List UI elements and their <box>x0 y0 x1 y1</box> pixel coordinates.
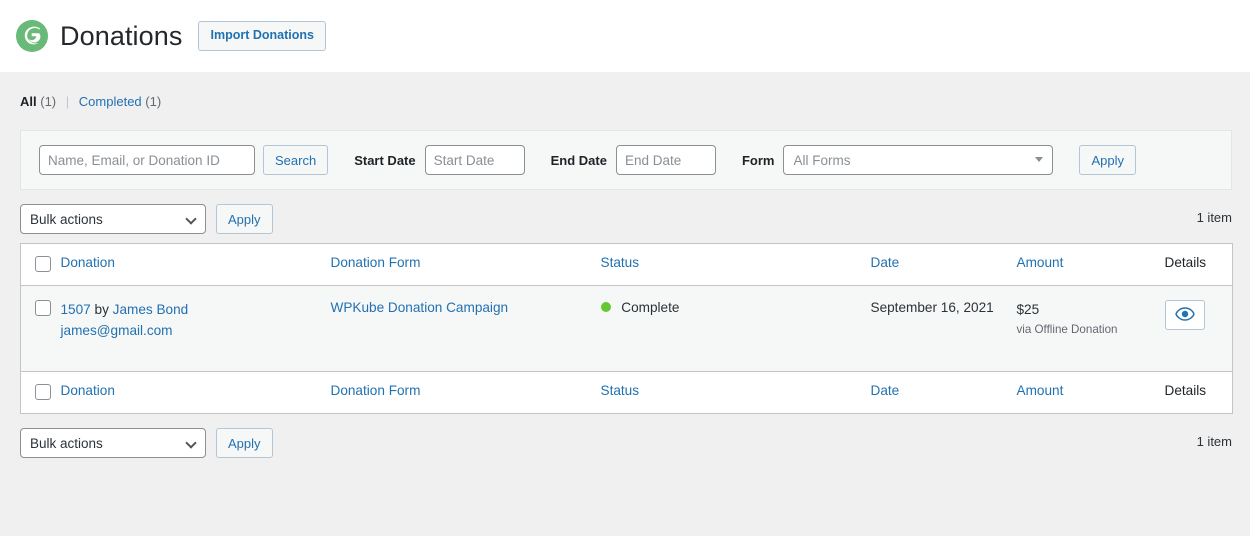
donation-id-link[interactable]: 1507 <box>61 302 91 317</box>
column-header-date: Date <box>870 243 1017 286</box>
donation-date: September 16, 2021 <box>870 300 994 315</box>
sort-link-amount-footer[interactable]: Amount <box>1017 383 1064 398</box>
donation-gateway: via Offline Donation <box>1016 323 1118 337</box>
item-count-bottom: 1 item <box>1196 434 1232 449</box>
sort-link-date-footer[interactable]: Date <box>871 383 900 398</box>
row-checkbox[interactable] <box>35 300 51 316</box>
column-footer-amount: Amount <box>1016 371 1165 414</box>
column-footer-donation: Donation <box>60 371 331 414</box>
sort-link-donation-form[interactable]: Donation Form <box>331 255 421 270</box>
sort-link-date[interactable]: Date <box>871 255 900 270</box>
donations-table-head: Donation Donation Form Status Date Amoun… <box>20 243 1233 286</box>
column-footer-date: Date <box>870 371 1017 414</box>
select-all-header <box>20 243 61 286</box>
bulk-actions-selected-bottom: Bulk actions <box>30 435 103 451</box>
start-date-input[interactable] <box>424 145 525 175</box>
table-footer-row: Donation Donation Form Status Date Amoun… <box>20 371 1233 414</box>
cell-details <box>1164 284 1233 372</box>
column-footer-status: Status <box>600 371 871 414</box>
tablenav-bottom: Bulk actions Apply 1 item <box>20 428 1232 462</box>
view-separator: | <box>65 94 70 109</box>
table-header-row: Donation Donation Form Status Date Amoun… <box>20 243 1233 286</box>
filters-apply-button[interactable]: Apply <box>1079 145 1136 175</box>
view-filter-links: All (1) | Completed (1) <box>20 94 161 109</box>
row-select-cell <box>20 284 61 372</box>
column-header-amount: Amount <box>1016 243 1165 286</box>
column-header-donation: Donation <box>60 243 331 286</box>
donations-admin-page: Donations Import Donations All (1) | Com… <box>0 0 1250 536</box>
donation-title-line: 1507 by James Bond <box>61 300 331 320</box>
column-footer-details: Details <box>1164 371 1233 414</box>
donation-filters-bar: Search Start Date End Date Form All Form… <box>20 130 1232 190</box>
select-all-checkbox-top[interactable] <box>35 256 51 272</box>
view-donation-details-button[interactable] <box>1164 300 1205 330</box>
view-count-all: (1) <box>40 94 57 109</box>
column-header-details: Details <box>1164 243 1233 286</box>
item-count-top: 1 item <box>1196 210 1232 225</box>
eye-icon <box>1174 306 1195 324</box>
donations-table-foot: Donation Donation Form Status Date Amoun… <box>20 371 1233 414</box>
column-header-status: Status <box>600 243 871 286</box>
page-header: Donations Import Donations <box>0 0 1250 72</box>
view-link-completed[interactable]: Completed <box>79 94 142 109</box>
table-row: 1507 by James Bond james@gmail.com WPKub… <box>20 284 1233 372</box>
bulk-actions-select-bottom[interactable]: Bulk actions <box>20 428 206 458</box>
column-header-donation-form: Donation Form <box>330 243 601 286</box>
donor-email-link[interactable]: james@gmail.com <box>61 320 173 342</box>
status-badge: Complete <box>621 300 680 315</box>
start-date-label: Start Date <box>354 152 416 168</box>
end-date-label: End Date <box>550 152 607 168</box>
form-filter-select[interactable]: All Forms <box>783 145 1054 175</box>
select-all-checkbox-bottom[interactable] <box>35 384 51 401</box>
sort-link-amount[interactable]: Amount <box>1017 255 1064 270</box>
view-count-completed: (1) <box>145 94 162 109</box>
chevron-down-icon <box>185 437 197 449</box>
search-input[interactable] <box>39 145 255 175</box>
page-title: Donations <box>60 20 183 51</box>
cell-amount: $25 via Offline Donation <box>1016 284 1165 372</box>
bulk-actions-select-top[interactable]: Bulk actions <box>20 204 206 234</box>
sort-link-donation-footer[interactable]: Donation <box>61 383 115 398</box>
view-link-all[interactable]: All <box>20 94 37 109</box>
sort-link-status[interactable]: Status <box>601 255 640 270</box>
triangle-down-icon <box>1035 157 1044 162</box>
bulk-apply-button-bottom[interactable]: Apply <box>216 428 273 458</box>
end-date-input[interactable] <box>615 145 716 175</box>
sort-link-donation[interactable]: Donation <box>61 255 115 270</box>
cell-donation-form: WPKube Donation Campaign <box>330 284 601 372</box>
search-button[interactable]: Search <box>263 145 329 175</box>
select-all-footer <box>20 371 61 414</box>
status-dot-icon <box>600 302 611 313</box>
form-filter-label: Form <box>741 152 775 168</box>
donations-table-body: 1507 by James Bond james@gmail.com WPKub… <box>20 284 1233 372</box>
bulk-actions-selected-top: Bulk actions <box>30 211 103 227</box>
donor-name-link[interactable]: James Bond <box>113 302 189 317</box>
import-donations-button[interactable]: Import Donations <box>198 21 326 51</box>
sort-link-status-footer[interactable]: Status <box>601 383 640 398</box>
bulk-apply-button-top[interactable]: Apply <box>216 204 273 234</box>
tablenav-top: Bulk actions Apply 1 item <box>20 204 1232 238</box>
sort-link-donation-form-footer[interactable]: Donation Form <box>331 383 421 398</box>
chevron-down-icon <box>185 213 197 225</box>
form-filter-select-wrapper: All Forms <box>783 145 1054 175</box>
cell-donation: 1507 by James Bond james@gmail.com <box>60 284 331 372</box>
donation-by-text: by <box>94 302 109 317</box>
givewp-logo-icon <box>14 18 50 54</box>
cell-date: September 16, 2021 <box>870 284 1017 372</box>
donations-table: Donation Donation Form Status Date Amoun… <box>20 243 1233 415</box>
column-footer-donation-form: Donation Form <box>330 371 601 414</box>
donation-amount: $25 <box>1016 302 1040 317</box>
cell-status: Complete <box>600 284 871 372</box>
donation-form-link[interactable]: WPKube Donation Campaign <box>331 300 509 315</box>
